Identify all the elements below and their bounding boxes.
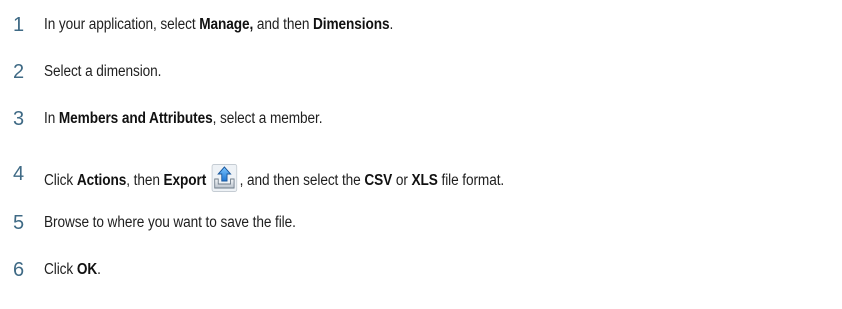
text-part: In bbox=[44, 110, 59, 127]
step-6: 6 Click OK. bbox=[0, 254, 842, 294]
text-part: Click bbox=[44, 172, 77, 189]
step-text: Click OK. bbox=[44, 260, 101, 280]
text-part: Click bbox=[44, 261, 77, 278]
text-part: and then bbox=[253, 16, 314, 33]
step-text: Click Actions, then Export , and then sel… bbox=[44, 164, 504, 192]
step-text: Browse to where you want to save the fil… bbox=[44, 213, 296, 233]
text-part: Browse to where you want to save the fil… bbox=[44, 214, 296, 231]
step-number: 3 bbox=[13, 108, 25, 130]
text-part: , then bbox=[126, 172, 164, 189]
step-1: 1 In your application, select Manage, an… bbox=[0, 7, 842, 47]
step-number: 2 bbox=[13, 61, 25, 83]
ui-term-export: Export bbox=[163, 172, 207, 189]
step-number: 1 bbox=[13, 14, 25, 36]
ui-term-members-and-attributes: Members and Attributes bbox=[58, 110, 213, 127]
text-part: , select a member. bbox=[212, 110, 323, 127]
step-number: 4 bbox=[13, 163, 25, 185]
step-5: 5 Browse to where you want to save the f… bbox=[0, 207, 842, 247]
ui-term-actions: Actions bbox=[76, 172, 127, 189]
ui-term-xls: XLS bbox=[411, 172, 438, 189]
instruction-steps: 1 In your application, select Manage, an… bbox=[0, 0, 842, 309]
step-2: 2 Select a dimension. bbox=[0, 55, 842, 95]
step-number: 5 bbox=[13, 212, 25, 234]
step-number: 6 bbox=[13, 259, 25, 281]
ui-term-dimensions: Dimensions bbox=[313, 16, 390, 33]
text-part: , and then select the bbox=[239, 172, 365, 189]
ui-term-ok: OK bbox=[76, 261, 98, 278]
ui-term-csv: CSV bbox=[364, 172, 393, 189]
step-3: 3 In Members and Attributes, select a me… bbox=[0, 103, 842, 143]
text-part: . bbox=[389, 16, 394, 33]
text-part: file format. bbox=[437, 172, 505, 189]
ui-term-manage: Manage, bbox=[199, 16, 254, 33]
text-part: In your application, select bbox=[44, 16, 200, 33]
text-part: Select a dimension. bbox=[44, 63, 162, 80]
step-text: In Members and Attributes, select a memb… bbox=[44, 109, 323, 129]
step-4: 4 Click Actions, then Export , and then s… bbox=[0, 152, 842, 192]
step-text: In your application, select Manage, and … bbox=[44, 15, 393, 35]
step-text: Select a dimension. bbox=[44, 62, 161, 82]
text-part: . bbox=[97, 261, 101, 278]
export-icon bbox=[211, 164, 238, 192]
text-part: or bbox=[392, 172, 412, 189]
